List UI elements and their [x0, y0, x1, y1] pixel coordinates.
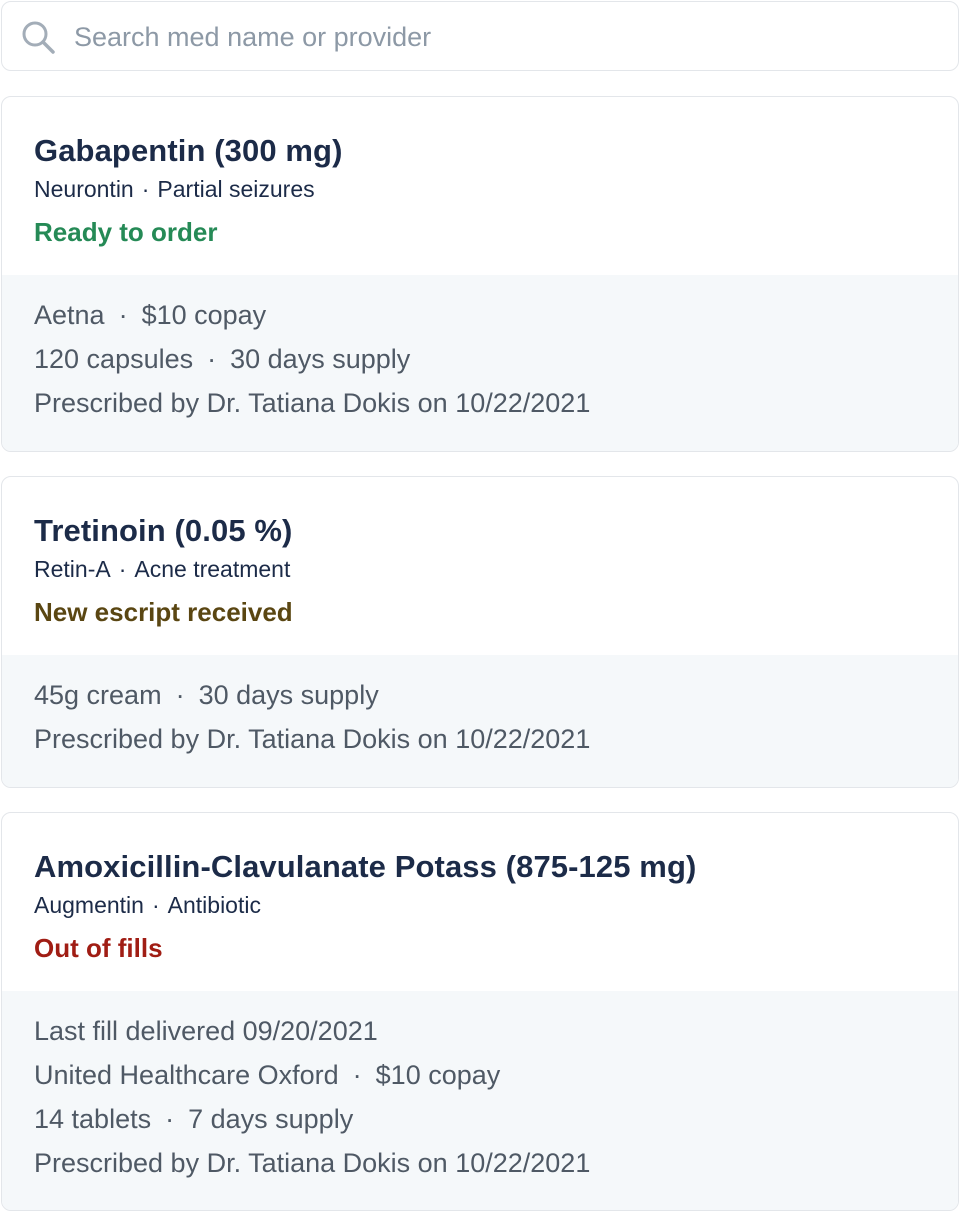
status-label: Out of fills — [34, 933, 163, 963]
search-bar[interactable] — [1, 1, 959, 71]
medication-title: Tretinoin (0.05 %) — [34, 513, 293, 548]
indication: Antibiotic — [167, 892, 261, 918]
supply: 30 days supply — [230, 344, 411, 374]
medication-title: Gabapentin (300 mg) — [34, 133, 343, 168]
quantity: 14 tablets — [34, 1104, 152, 1134]
medication-card[interactable]: Amoxicillin-Clavulanate Potass (875-125 … — [1, 812, 959, 1211]
insurance-name: Aetna — [34, 300, 105, 330]
card-details: Last fill delivered 09/20/2021 United He… — [2, 991, 958, 1210]
insurance-line: Aetna · $10 copay — [34, 293, 958, 337]
brand-name: Retin-A — [34, 556, 111, 582]
separator-dot: · — [175, 680, 185, 710]
medication-card[interactable]: Tretinoin (0.05 %) Retin-A · Acne treatmen… — [1, 476, 959, 788]
quantity: 120 capsules — [34, 344, 194, 374]
brand-name: Augmentin — [34, 892, 144, 918]
quantity-line: 14 tablets · 7 days supply — [34, 1097, 958, 1141]
prescribed-line: Prescribed by Dr. Tatiana Dokis on 10/22… — [34, 724, 591, 754]
separator-dot: · — [151, 892, 160, 918]
supply: 7 days supply — [188, 1104, 354, 1134]
medication-subtitle: Retin-A · Acne treatment — [34, 554, 958, 584]
card-details: Aetna · $10 copay 120 capsules · 30 days sup… — [2, 275, 958, 451]
brand-name: Neurontin — [34, 176, 134, 202]
medication-card[interactable]: Gabapentin (300 mg) Neurontin · Partial se… — [1, 96, 959, 452]
separator-dot: · — [352, 1060, 362, 1090]
quantity-line: 120 capsules · 30 days supply — [34, 337, 958, 381]
insurance-name: United Healthcare Oxford — [34, 1060, 339, 1090]
search-input[interactable] — [74, 16, 934, 58]
medication-subtitle: Neurontin · Partial seizures — [34, 174, 958, 204]
indication: Partial seizures — [157, 176, 315, 202]
indication: Acne treatment — [134, 556, 291, 582]
card-header: Gabapentin (300 mg) Neurontin · Partial se… — [2, 97, 958, 249]
search-icon — [22, 21, 55, 54]
card-header: Amoxicillin-Clavulanate Potass (875-125 … — [2, 813, 958, 965]
supply: 30 days supply — [198, 680, 379, 710]
copay: $10 copay — [375, 1060, 501, 1090]
separator-dot: · — [207, 344, 217, 374]
medication-subtitle: Augmentin · Antibiotic — [34, 890, 958, 920]
prescribed-line: Prescribed by Dr. Tatiana Dokis on 10/22… — [34, 388, 591, 418]
copay: $10 copay — [141, 300, 267, 330]
separator-dot: · — [165, 1104, 175, 1134]
prescribed-line: Prescribed by Dr. Tatiana Dokis on 10/22… — [34, 1148, 591, 1178]
medication-title: Amoxicillin-Clavulanate Potass (875-125 … — [34, 849, 697, 884]
separator-dot: · — [141, 176, 150, 202]
card-header: Tretinoin (0.05 %) Retin-A · Acne treatmen… — [2, 477, 958, 629]
insurance-line: United Healthcare Oxford · $10 copay — [34, 1053, 958, 1097]
card-details: 45g cream · 30 days supply Prescribed by D… — [2, 655, 958, 787]
quantity: 45g cream — [34, 680, 162, 710]
last-fill-line: Last fill delivered 09/20/2021 — [34, 1016, 378, 1046]
status-label: New escript received — [34, 597, 293, 627]
separator-dot: · — [118, 300, 128, 330]
status-label: Ready to order — [34, 217, 218, 247]
separator-dot: · — [118, 556, 127, 582]
quantity-line: 45g cream · 30 days supply — [34, 673, 958, 717]
